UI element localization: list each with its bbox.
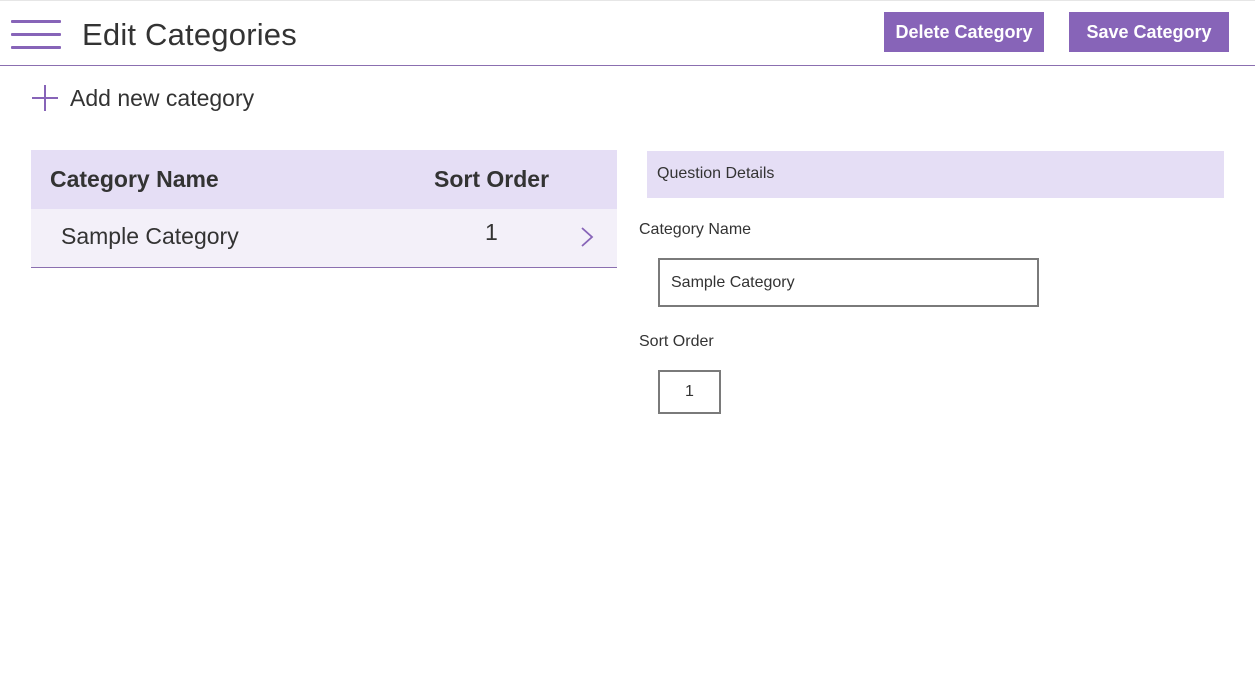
hamburger-line <box>11 46 61 49</box>
page-title: Edit Categories <box>82 17 297 52</box>
categories-table: Category Name Sort Order Sample Category… <box>31 150 617 268</box>
details-panel-title: Question Details <box>657 165 775 182</box>
row-category-name: Sample Category <box>61 223 239 249</box>
save-category-button[interactable]: Save Category <box>1069 12 1229 52</box>
delete-category-button[interactable]: Delete Category <box>884 12 1044 52</box>
table-row[interactable]: Sample Category 1 <box>31 209 617 268</box>
details-panel-header: Question Details <box>647 151 1224 198</box>
row-sort-order: 1 <box>485 219 498 245</box>
table-header: Category Name Sort Order <box>31 150 617 209</box>
column-header-category-name: Category Name <box>50 166 219 192</box>
sort-order-input[interactable] <box>658 370 721 414</box>
sort-order-label: Sort Order <box>639 333 714 350</box>
category-name-input[interactable] <box>658 258 1039 307</box>
add-new-category-button[interactable]: Add new category <box>32 82 254 114</box>
hamburger-line <box>11 20 61 23</box>
add-new-category-label: Add new category <box>70 84 255 111</box>
plus-icon <box>32 85 58 111</box>
hamburger-menu-icon[interactable] <box>11 20 61 50</box>
hamburger-line <box>11 33 61 36</box>
category-name-label: Category Name <box>639 221 752 238</box>
chevron-right-icon[interactable] <box>577 225 597 249</box>
column-header-sort-order: Sort Order <box>434 166 550 192</box>
top-bar: Edit Categories Delete Category Save Cat… <box>0 0 1255 66</box>
